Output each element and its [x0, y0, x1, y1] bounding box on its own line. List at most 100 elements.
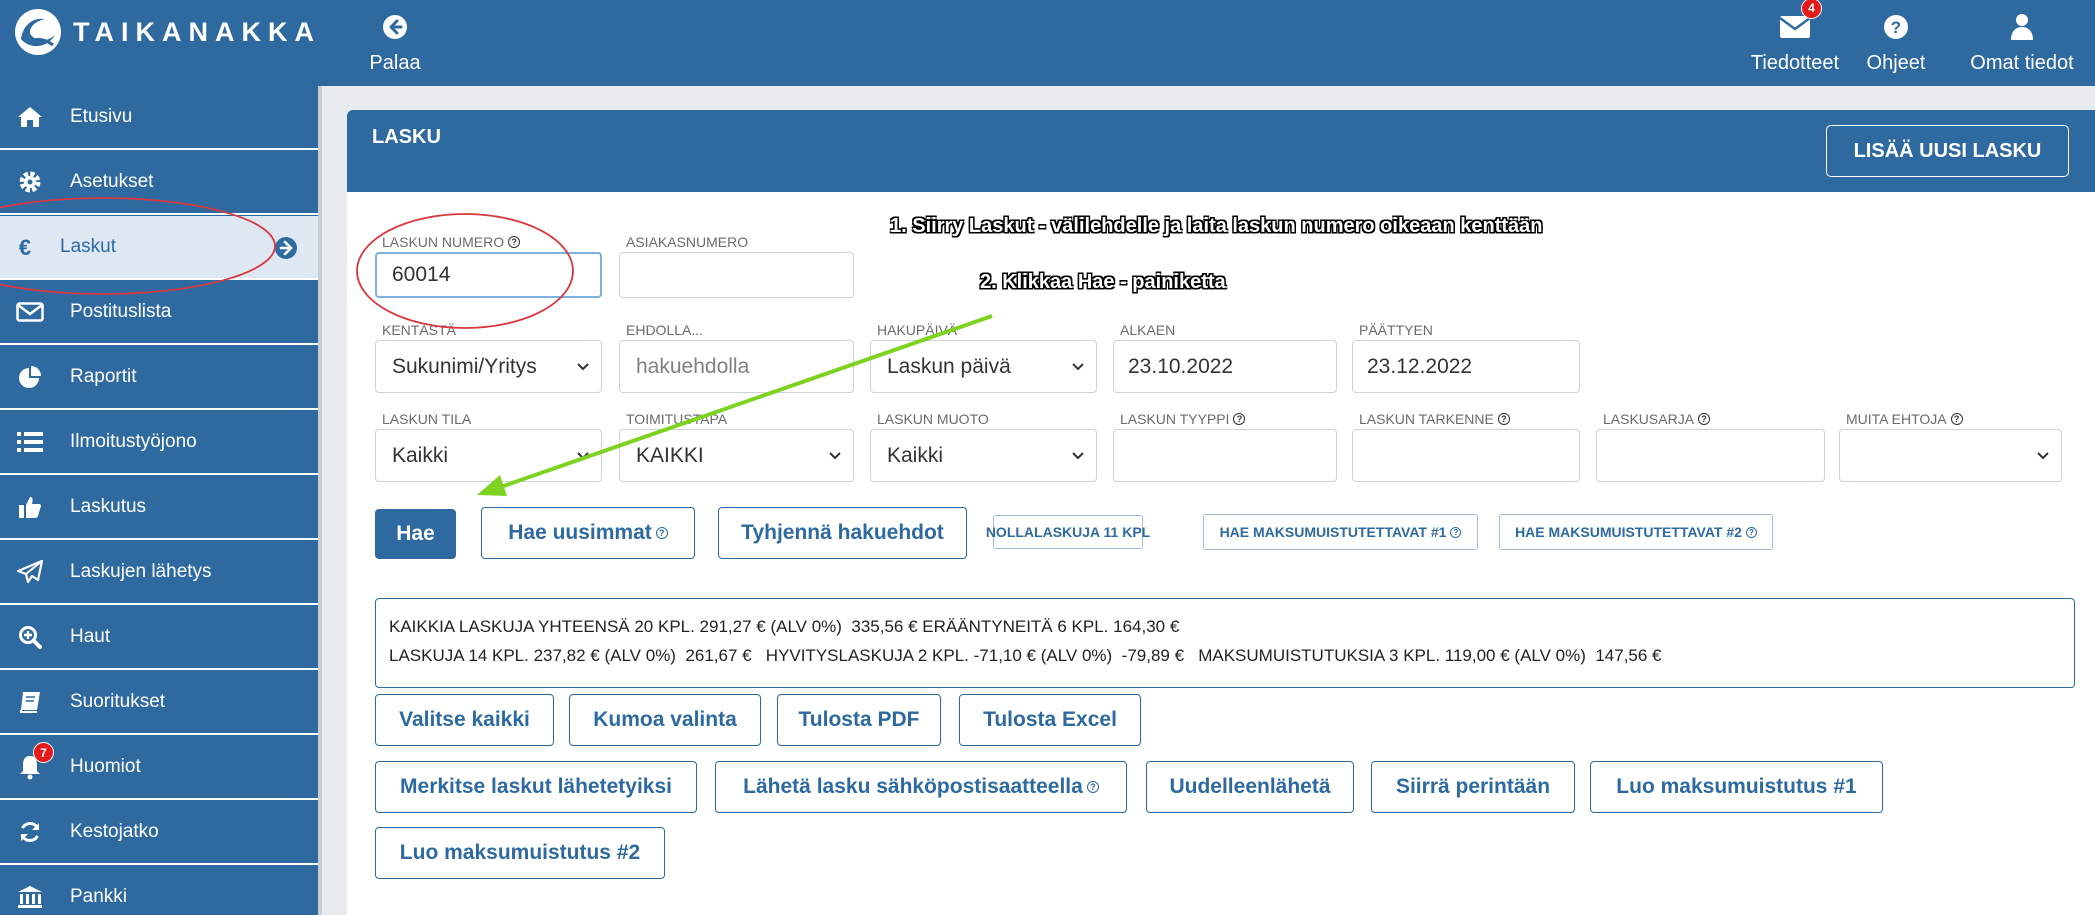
status-dropdown[interactable]: Kaikki: [375, 429, 602, 482]
sidebar-item-label: Suoritukset: [70, 691, 166, 712]
sidebar-item-asetukset[interactable]: Asetukset: [0, 151, 318, 215]
search-button[interactable]: Hae: [375, 509, 456, 559]
back-label: Palaa: [369, 51, 421, 74]
search-date-dropdown[interactable]: Laskun päivä: [870, 340, 1097, 393]
back-button[interactable]: Palaa: [365, 0, 425, 86]
sidebar-item-label: Laskut: [60, 236, 116, 257]
sidebar-item-label: Asetukset: [70, 171, 154, 192]
resend-button[interactable]: Uudelleenlähetä: [1146, 761, 1354, 813]
annotation-step-1: 1. Siirry Laskut - välilehdelle ja laita…: [890, 215, 1543, 237]
help-icon[interactable]: ?: [1233, 413, 1246, 425]
specifier-field: LASKUN TARKENNE?: [1352, 411, 1580, 482]
list-icon: [15, 429, 45, 455]
form-select: LASKUN MUOTO Kaikki: [870, 411, 1097, 482]
profile-label: Omat tiedot: [1970, 51, 2074, 74]
status-label: LASKUN TILA: [382, 411, 472, 427]
sidebar-item-label: Laskujen lähetys: [70, 561, 212, 582]
specifier-input[interactable]: [1352, 429, 1580, 482]
help-icon[interactable]: ?: [1698, 413, 1711, 425]
zero-invoices-button[interactable]: NOLLALASKUJA 11 KPL: [986, 515, 1150, 549]
search-plus-icon: [15, 624, 45, 650]
sidebar-item-haut[interactable]: Haut: [0, 606, 318, 670]
series-label: LASKUSARJA: [1603, 411, 1695, 427]
sidebar-item-etusivu[interactable]: Etusivu: [0, 86, 318, 150]
help-icon[interactable]: ?: [1497, 413, 1510, 425]
sidebar-item-laskujen-lahetys[interactable]: Laskujen lähetys: [0, 541, 318, 605]
chevron-down-icon: [1072, 451, 1084, 459]
end-date-input[interactable]: 23.12.2022: [1352, 340, 1580, 393]
user-icon: [2010, 12, 2034, 42]
reminders-1-button[interactable]: HAE MAKSUMUISTUTETTAVAT #1?: [1203, 514, 1478, 550]
invoice-number-input[interactable]: 60014: [375, 252, 602, 298]
sidebar-item-laskut[interactable]: € Laskut: [0, 216, 318, 280]
sidebar-item-label: Pankki: [70, 886, 128, 907]
svg-text:?: ?: [1891, 18, 1901, 37]
chevron-down-icon: [577, 451, 589, 459]
clear-filters-button[interactable]: Tyhjennä hakuehdot: [718, 507, 967, 559]
notices-button[interactable]: 4 Tiedotteet: [1745, 0, 1845, 86]
type-label: LASKUN TYYPPI: [1120, 411, 1230, 427]
help-icon[interactable]: ?: [508, 236, 521, 248]
start-date-label: ALKAEN: [1120, 322, 1176, 338]
field-from-dropdown[interactable]: Sukunimi/Yritys: [375, 340, 602, 393]
help-button[interactable]: ? Ohjeet: [1858, 0, 1934, 86]
type-input[interactable]: [1113, 429, 1337, 482]
panel-header: LASKU LISÄÄ UUSI LASKU: [347, 110, 2095, 192]
help-icon: ?: [655, 527, 668, 539]
reminders-2-button[interactable]: HAE MAKSUMUISTUTETTAVAT #2?: [1499, 514, 1773, 550]
sidebar-item-label: Haut: [70, 626, 111, 647]
sidebar-item-suoritukset[interactable]: Suoritukset: [0, 671, 318, 735]
chevron-down-icon: [829, 451, 841, 459]
sidebar-item-pankki[interactable]: Pankki: [0, 866, 318, 915]
logo[interactable]: TAIKANAKKA: [15, 8, 321, 56]
logo-mark-icon: [15, 9, 61, 55]
series-input[interactable]: [1596, 429, 1825, 482]
profile-button[interactable]: Omat tiedot: [1962, 0, 2082, 86]
sidebar-item-raportit[interactable]: Raportit: [0, 346, 318, 410]
send-email-label: Lähetä lasku sähköpostisaatteella: [743, 775, 1083, 798]
print-excel-button[interactable]: Tulosta Excel: [959, 694, 1141, 746]
field-from-value: Sukunimi/Yritys: [392, 354, 537, 378]
select-all-button[interactable]: Valitse kaikki: [375, 694, 554, 746]
mark-sent-button[interactable]: Merkitse laskut lähetetyiksi: [375, 761, 697, 813]
customer-number-label: ASIAKASNUMERO: [626, 234, 749, 250]
other-conditions-label: MUITA EHTOJA: [1846, 411, 1947, 427]
summary-line-2: LASKUJA 14 KPL. 237,82 € (ALV 0%) 261,67…: [389, 646, 1662, 665]
euro-icon: €: [10, 234, 40, 260]
other-conditions-select: MUITA EHTOJA?: [1839, 411, 2062, 482]
add-new-invoice-button[interactable]: LISÄÄ UUSI LASKU: [1826, 125, 2069, 177]
svg-text:€: €: [19, 235, 31, 259]
transfer-collection-button[interactable]: Siirrä perintään: [1371, 761, 1575, 813]
sidebar-item-laskutus[interactable]: Laskutus: [0, 476, 318, 540]
start-date-input[interactable]: 23.10.2022: [1113, 340, 1337, 393]
sidebar-item-kestojatko[interactable]: Kestojatko: [0, 801, 318, 865]
help-icon: ?: [1450, 526, 1462, 538]
search-latest-label: Hae uusimmat: [508, 521, 652, 544]
sidebar-item-label: Raportit: [70, 366, 137, 387]
other-conditions-dropdown[interactable]: [1839, 429, 2062, 482]
help-label: Ohjeet: [1866, 51, 1926, 74]
reminders-2-label: HAE MAKSUMUISTUTETTAVAT #2: [1515, 524, 1742, 540]
help-icon[interactable]: ?: [1950, 413, 1963, 425]
delivery-select: TOIMITUSTAPA KAIKKI: [619, 411, 854, 482]
sidebar-item-label: Laskutus: [70, 496, 147, 517]
create-reminder-1-button[interactable]: Luo maksumuistutus #1: [1590, 761, 1883, 813]
create-reminder-2-button[interactable]: Luo maksumuistutus #2: [375, 827, 665, 879]
customer-number-input[interactable]: [619, 252, 854, 298]
sidebar-item-ilmoitustyojono[interactable]: Ilmoitustyöjono: [0, 411, 318, 475]
book-icon: [15, 689, 45, 715]
sidebar: Etusivu Asetukset € Laskut Postituslista…: [0, 86, 322, 915]
help-icon: ?: [1745, 526, 1757, 538]
sidebar-item-postituslista[interactable]: Postituslista: [0, 281, 318, 345]
print-pdf-button[interactable]: Tulosta PDF: [777, 694, 941, 746]
form-dropdown[interactable]: Kaikki: [870, 429, 1097, 482]
bell-icon: 7: [15, 742, 54, 780]
condition-input[interactable]: hakuehdolla: [619, 340, 854, 393]
search-latest-button[interactable]: Hae uusimmat?: [481, 507, 695, 559]
send-email-button[interactable]: Lähetä lasku sähköpostisaatteella?: [715, 761, 1127, 813]
deselect-button[interactable]: Kumoa valinta: [569, 694, 761, 746]
delivery-dropdown[interactable]: KAIKKI: [619, 429, 854, 482]
envelope-icon: [15, 299, 45, 325]
sidebar-item-huomiot[interactable]: 7 Huomiot: [0, 736, 318, 800]
field-from-select: KENTÄSTÄ Sukunimi/Yritys: [375, 322, 602, 393]
